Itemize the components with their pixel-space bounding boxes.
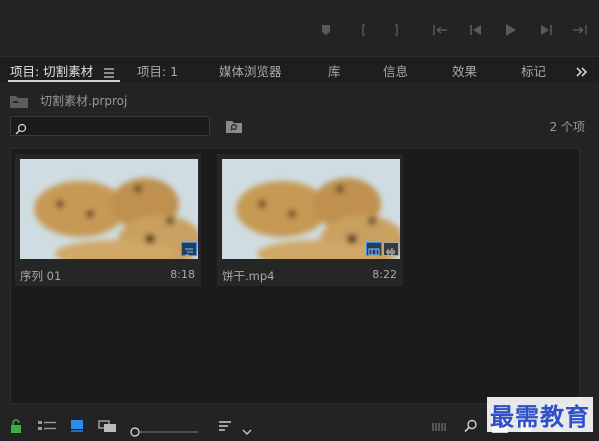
audio-badge-icon (383, 242, 399, 256)
zoom-slider[interactable] (130, 422, 200, 441)
lock-icon[interactable] (10, 418, 22, 437)
bin-grid: 序列 01 8:18 饼干.mp4 8:22 (10, 148, 580, 404)
folder-icon (10, 93, 28, 112)
freeform-view-icon[interactable] (98, 418, 118, 437)
tab-libraries[interactable]: 库 (328, 61, 341, 80)
watermark-logo: 最需教育 (487, 397, 593, 432)
go-to-out-icon[interactable] (570, 22, 588, 40)
mark-out-icon[interactable] (388, 22, 406, 40)
video-badge-icon (366, 242, 382, 256)
panel-tab-bar: 项目: 切割素材 项目: 1 媒体浏览器 库 信息 效果 标记 (0, 56, 599, 83)
overflow-tabs-icon[interactable] (576, 63, 588, 82)
step-back-icon[interactable] (468, 22, 486, 40)
add-marker-icon[interactable] (318, 22, 336, 40)
media-item-duration: 8:18 (170, 268, 195, 281)
step-forward-icon[interactable] (538, 22, 556, 40)
automate-to-sequence-icon[interactable] (432, 418, 448, 437)
sequence-badge-icon (181, 242, 197, 256)
tab-media-browser[interactable]: 媒体浏览器 (219, 61, 282, 80)
tab-project-cut-material[interactable]: 项目: 切割素材 (10, 61, 93, 80)
project-panel: 切割素材.prproj 2 个项 序列 01 8:18 饼干.mp4 8:22 (0, 82, 599, 440)
item-count: 2 个项 (549, 120, 585, 134)
sort-icons-icon[interactable] (218, 418, 232, 437)
new-search-bin-icon[interactable] (226, 118, 242, 137)
media-item-clip[interactable]: 饼干.mp4 8:22 (217, 154, 403, 286)
search-input[interactable] (10, 116, 210, 136)
play-icon[interactable] (502, 22, 520, 40)
project-file-name: 切割素材.prproj (40, 94, 128, 108)
icon-view-icon[interactable] (70, 418, 84, 437)
media-item-name: 饼干.mp4 (222, 269, 275, 283)
list-view-icon[interactable] (38, 418, 56, 437)
media-item-sequence[interactable]: 序列 01 8:18 (15, 154, 201, 286)
chevron-down-icon[interactable] (242, 421, 252, 440)
tab-markers[interactable]: 标记 (521, 61, 546, 80)
tab-effects[interactable]: 效果 (452, 61, 477, 80)
mark-in-icon[interactable] (356, 22, 374, 40)
find-icon[interactable] (464, 418, 478, 437)
media-item-duration: 8:22 (372, 268, 397, 281)
transport-bar (0, 0, 599, 52)
clip-thumbnail (222, 159, 400, 259)
media-item-name: 序列 01 (20, 269, 62, 283)
tab-project-1[interactable]: 项目: 1 (137, 61, 178, 80)
go-to-in-icon[interactable] (432, 22, 450, 40)
tab-info[interactable]: 信息 (383, 61, 408, 80)
sequence-thumbnail (20, 159, 198, 259)
search-icon (15, 120, 27, 139)
